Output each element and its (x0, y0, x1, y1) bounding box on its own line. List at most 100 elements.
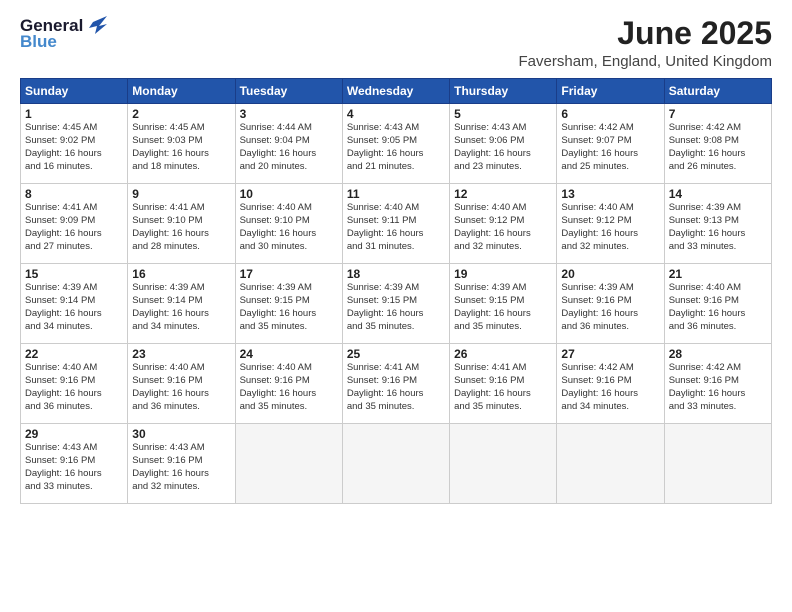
calendar-table: Sunday Monday Tuesday Wednesday Thursday… (20, 78, 772, 504)
day-number: 3 (240, 107, 338, 121)
day-info: Sunrise: 4:42 AMSunset: 9:16 PMDaylight:… (669, 362, 767, 413)
day-info: Sunrise: 4:41 AMSunset: 9:16 PMDaylight:… (347, 362, 445, 413)
day-number: 6 (561, 107, 659, 121)
col-sunday: Sunday (21, 79, 128, 104)
calendar-day-cell (342, 424, 449, 504)
calendar-day-cell: 28 Sunrise: 4:42 AMSunset: 9:16 PMDaylig… (664, 344, 771, 424)
logo-bird-icon (85, 16, 107, 34)
day-number: 10 (240, 187, 338, 201)
day-info: Sunrise: 4:45 AMSunset: 9:03 PMDaylight:… (132, 122, 230, 173)
calendar-day-cell: 6 Sunrise: 4:42 AMSunset: 9:07 PMDayligh… (557, 104, 664, 184)
calendar-day-cell: 5 Sunrise: 4:43 AMSunset: 9:06 PMDayligh… (450, 104, 557, 184)
day-info: Sunrise: 4:41 AMSunset: 9:09 PMDaylight:… (25, 202, 123, 253)
day-info: Sunrise: 4:39 AMSunset: 9:16 PMDaylight:… (561, 282, 659, 333)
header-row: Sunday Monday Tuesday Wednesday Thursday… (21, 79, 772, 104)
day-number: 25 (347, 347, 445, 361)
calendar-day-cell: 12 Sunrise: 4:40 AMSunset: 9:12 PMDaylig… (450, 184, 557, 264)
day-number: 30 (132, 427, 230, 441)
day-number: 29 (25, 427, 123, 441)
calendar-day-cell: 4 Sunrise: 4:43 AMSunset: 9:05 PMDayligh… (342, 104, 449, 184)
day-number: 7 (669, 107, 767, 121)
day-number: 28 (669, 347, 767, 361)
calendar-day-cell (664, 424, 771, 504)
col-tuesday: Tuesday (235, 79, 342, 104)
day-number: 24 (240, 347, 338, 361)
calendar-body: 1 Sunrise: 4:45 AMSunset: 9:02 PMDayligh… (21, 104, 772, 504)
day-number: 15 (25, 267, 123, 281)
logo-blue: Blue (20, 32, 57, 52)
day-info: Sunrise: 4:39 AMSunset: 9:15 PMDaylight:… (347, 282, 445, 333)
calendar-day-cell (235, 424, 342, 504)
day-info: Sunrise: 4:42 AMSunset: 9:08 PMDaylight:… (669, 122, 767, 173)
calendar-day-cell: 22 Sunrise: 4:40 AMSunset: 9:16 PMDaylig… (21, 344, 128, 424)
col-friday: Friday (557, 79, 664, 104)
calendar-day-cell: 17 Sunrise: 4:39 AMSunset: 9:15 PMDaylig… (235, 264, 342, 344)
day-number: 11 (347, 187, 445, 201)
calendar-day-cell: 8 Sunrise: 4:41 AMSunset: 9:09 PMDayligh… (21, 184, 128, 264)
day-number: 27 (561, 347, 659, 361)
day-info: Sunrise: 4:42 AMSunset: 9:16 PMDaylight:… (561, 362, 659, 413)
day-info: Sunrise: 4:39 AMSunset: 9:14 PMDaylight:… (25, 282, 123, 333)
calendar-day-cell: 21 Sunrise: 4:40 AMSunset: 9:16 PMDaylig… (664, 264, 771, 344)
day-number: 21 (669, 267, 767, 281)
page: General Blue June 2025 Faversham, Englan… (0, 0, 792, 612)
day-info: Sunrise: 4:39 AMSunset: 9:15 PMDaylight:… (240, 282, 338, 333)
day-info: Sunrise: 4:42 AMSunset: 9:07 PMDaylight:… (561, 122, 659, 173)
calendar-day-cell: 25 Sunrise: 4:41 AMSunset: 9:16 PMDaylig… (342, 344, 449, 424)
calendar-day-cell: 1 Sunrise: 4:45 AMSunset: 9:02 PMDayligh… (21, 104, 128, 184)
day-number: 19 (454, 267, 552, 281)
day-info: Sunrise: 4:45 AMSunset: 9:02 PMDaylight:… (25, 122, 123, 173)
day-number: 20 (561, 267, 659, 281)
day-info: Sunrise: 4:43 AMSunset: 9:05 PMDaylight:… (347, 122, 445, 173)
calendar-day-cell: 2 Sunrise: 4:45 AMSunset: 9:03 PMDayligh… (128, 104, 235, 184)
day-info: Sunrise: 4:43 AMSunset: 9:16 PMDaylight:… (25, 442, 123, 493)
day-number: 8 (25, 187, 123, 201)
day-info: Sunrise: 4:39 AMSunset: 9:13 PMDaylight:… (669, 202, 767, 253)
day-number: 13 (561, 187, 659, 201)
calendar-day-cell: 18 Sunrise: 4:39 AMSunset: 9:15 PMDaylig… (342, 264, 449, 344)
day-info: Sunrise: 4:39 AMSunset: 9:15 PMDaylight:… (454, 282, 552, 333)
day-info: Sunrise: 4:43 AMSunset: 9:16 PMDaylight:… (132, 442, 230, 493)
day-info: Sunrise: 4:40 AMSunset: 9:16 PMDaylight:… (132, 362, 230, 413)
day-info: Sunrise: 4:40 AMSunset: 9:16 PMDaylight:… (25, 362, 123, 413)
calendar-day-cell: 15 Sunrise: 4:39 AMSunset: 9:14 PMDaylig… (21, 264, 128, 344)
day-number: 9 (132, 187, 230, 201)
day-info: Sunrise: 4:40 AMSunset: 9:16 PMDaylight:… (669, 282, 767, 333)
day-number: 2 (132, 107, 230, 121)
day-number: 17 (240, 267, 338, 281)
calendar-day-cell: 29 Sunrise: 4:43 AMSunset: 9:16 PMDaylig… (21, 424, 128, 504)
calendar-day-cell: 9 Sunrise: 4:41 AMSunset: 9:10 PMDayligh… (128, 184, 235, 264)
day-number: 16 (132, 267, 230, 281)
title-area: June 2025 Faversham, England, United Kin… (519, 16, 772, 70)
logo: General Blue (20, 16, 107, 52)
day-number: 26 (454, 347, 552, 361)
month-title: June 2025 (519, 16, 772, 51)
calendar-day-cell: 16 Sunrise: 4:39 AMSunset: 9:14 PMDaylig… (128, 264, 235, 344)
col-thursday: Thursday (450, 79, 557, 104)
calendar-day-cell: 11 Sunrise: 4:40 AMSunset: 9:11 PMDaylig… (342, 184, 449, 264)
col-wednesday: Wednesday (342, 79, 449, 104)
calendar-day-cell (450, 424, 557, 504)
calendar-day-cell: 3 Sunrise: 4:44 AMSunset: 9:04 PMDayligh… (235, 104, 342, 184)
calendar-day-cell: 13 Sunrise: 4:40 AMSunset: 9:12 PMDaylig… (557, 184, 664, 264)
day-info: Sunrise: 4:40 AMSunset: 9:10 PMDaylight:… (240, 202, 338, 253)
calendar-day-cell: 26 Sunrise: 4:41 AMSunset: 9:16 PMDaylig… (450, 344, 557, 424)
day-info: Sunrise: 4:39 AMSunset: 9:14 PMDaylight:… (132, 282, 230, 333)
calendar-week-row: 22 Sunrise: 4:40 AMSunset: 9:16 PMDaylig… (21, 344, 772, 424)
location-title: Faversham, England, United Kingdom (519, 53, 772, 70)
day-info: Sunrise: 4:43 AMSunset: 9:06 PMDaylight:… (454, 122, 552, 173)
header: General Blue June 2025 Faversham, Englan… (20, 16, 772, 70)
calendar-day-cell: 30 Sunrise: 4:43 AMSunset: 9:16 PMDaylig… (128, 424, 235, 504)
day-info: Sunrise: 4:40 AMSunset: 9:12 PMDaylight:… (454, 202, 552, 253)
calendar-day-cell (557, 424, 664, 504)
calendar-day-cell: 24 Sunrise: 4:40 AMSunset: 9:16 PMDaylig… (235, 344, 342, 424)
day-info: Sunrise: 4:41 AMSunset: 9:16 PMDaylight:… (454, 362, 552, 413)
calendar-week-row: 29 Sunrise: 4:43 AMSunset: 9:16 PMDaylig… (21, 424, 772, 504)
col-monday: Monday (128, 79, 235, 104)
calendar-week-row: 1 Sunrise: 4:45 AMSunset: 9:02 PMDayligh… (21, 104, 772, 184)
day-number: 5 (454, 107, 552, 121)
day-info: Sunrise: 4:40 AMSunset: 9:12 PMDaylight:… (561, 202, 659, 253)
calendar-week-row: 8 Sunrise: 4:41 AMSunset: 9:09 PMDayligh… (21, 184, 772, 264)
calendar-day-cell: 7 Sunrise: 4:42 AMSunset: 9:08 PMDayligh… (664, 104, 771, 184)
day-number: 22 (25, 347, 123, 361)
